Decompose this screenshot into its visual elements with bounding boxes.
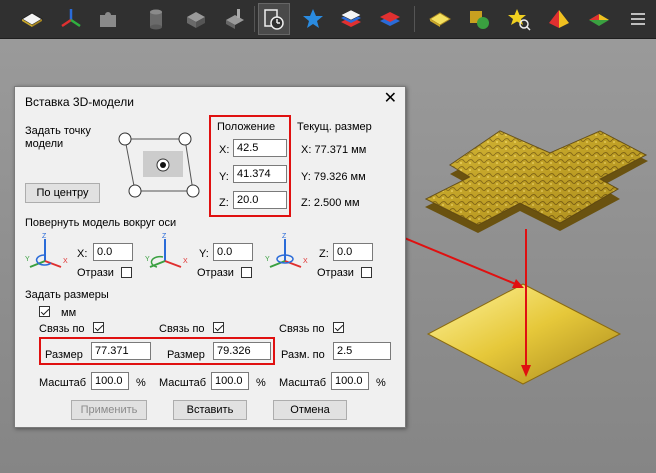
scale-x-label: Масштаб	[39, 377, 87, 389]
mirror-z-checkbox[interactable]	[361, 267, 372, 278]
mm-checkbox[interactable]	[39, 306, 50, 317]
size-z-input[interactable]: 2.5	[333, 342, 391, 360]
link-z-label: Связь по	[279, 323, 325, 335]
pos-y-label: Y:	[219, 171, 229, 183]
star-search-icon[interactable]	[503, 3, 535, 35]
scale-x-unit: %	[136, 377, 146, 389]
mirror-y-label: Отрази	[197, 267, 234, 279]
current-size-x: X: 77.371 мм	[301, 144, 367, 156]
link-x-checkbox[interactable]	[93, 322, 104, 333]
rotate-x-input[interactable]: 0.0	[93, 243, 133, 261]
link-z-checkbox[interactable]	[333, 322, 344, 333]
close-icon[interactable]: ✕	[384, 91, 397, 107]
star-icon[interactable]	[297, 3, 329, 35]
layers-red-icon[interactable]	[374, 3, 406, 35]
svg-text:Z: Z	[162, 233, 167, 240]
relief-model	[424, 130, 648, 233]
svg-text:X: X	[183, 258, 188, 265]
scale-z-label: Масштаб	[279, 377, 327, 389]
color-plane-icon[interactable]	[583, 3, 615, 35]
rotate-z-label: Z:	[319, 248, 329, 260]
pos-x-label: X:	[219, 144, 230, 156]
mirror-x-checkbox[interactable]	[121, 267, 132, 278]
layers-icon[interactable]	[335, 3, 367, 35]
apply-button[interactable]: Применить	[71, 400, 147, 420]
link-y-label: Связь по	[159, 323, 205, 335]
pos-z-label: Z:	[219, 197, 229, 209]
size-y-label: Размер	[167, 349, 205, 361]
dialog-title: Вставка 3D-модели	[25, 95, 134, 109]
anchor-point-selector[interactable]	[115, 127, 205, 207]
main-toolbar	[0, 0, 656, 39]
flat-plane-icon[interactable]	[16, 3, 48, 35]
mm-label: мм	[61, 307, 77, 319]
list-icon[interactable]	[622, 3, 654, 35]
svg-text:Y: Y	[145, 256, 150, 263]
scale-z-unit: %	[376, 377, 386, 389]
clock-icon[interactable]	[258, 3, 290, 35]
svg-text:Y: Y	[265, 256, 270, 263]
set-point-label: Задать точку модели	[25, 125, 91, 150]
mirror-y-checkbox[interactable]	[241, 267, 252, 278]
link-x-label: Связь по	[39, 323, 85, 335]
puzzle-icon[interactable]	[92, 3, 124, 35]
rotate-x-label: X:	[77, 248, 88, 260]
pos-x-input[interactable]: 42.5	[233, 139, 287, 157]
box-icon[interactable]	[180, 3, 212, 35]
axes-icon[interactable]	[55, 3, 87, 35]
size-z-label: Разм. по	[281, 349, 325, 361]
gold-plane-icon[interactable]	[424, 3, 456, 35]
rotate-y-input[interactable]: 0.0	[213, 243, 253, 261]
link-y-checkbox[interactable]	[213, 322, 224, 333]
cylinder-icon[interactable]	[140, 3, 172, 35]
rotate-x-axis-icon: Z Y X	[25, 233, 68, 268]
rotate-z-input[interactable]: 0.0	[333, 243, 373, 261]
pyramid-icon[interactable]	[543, 3, 575, 35]
current-size-z: Z: 2.500 мм	[301, 197, 360, 209]
svg-text:X: X	[303, 258, 308, 265]
scale-y-label: Масштаб	[159, 377, 207, 389]
size-y-input[interactable]: 79.326	[213, 342, 271, 360]
sizes-label: Задать размеры	[25, 289, 109, 301]
pos-y-input[interactable]: 41.374	[233, 165, 287, 183]
svg-text:X: X	[63, 258, 68, 265]
svg-text:Z: Z	[282, 233, 287, 240]
size-x-input[interactable]: 77.371	[91, 342, 151, 360]
center-button[interactable]: По центру	[25, 183, 100, 203]
shapes-icon[interactable]	[463, 3, 495, 35]
position-header: Положение	[217, 121, 276, 133]
rotate-y-label: Y:	[199, 248, 209, 260]
rotate-y-axis-icon: Z Y X	[145, 233, 188, 268]
scale-y-unit: %	[256, 377, 266, 389]
insert-3d-model-dialog: Вставка 3D-модели ✕ Задать точку модели …	[14, 86, 406, 428]
mirror-z-label: Отрази	[317, 267, 354, 279]
scale-x-input[interactable]: 100.0	[91, 372, 129, 390]
current-size-y: Y: 79.326 мм	[301, 171, 366, 183]
current-size-header: Текущ. размер	[297, 121, 372, 133]
box-edit-icon[interactable]	[219, 3, 251, 35]
scale-y-input[interactable]: 100.0	[211, 372, 249, 390]
svg-text:Z: Z	[42, 233, 47, 240]
mirror-x-label: Отрази	[77, 267, 114, 279]
scale-z-input[interactable]: 100.0	[331, 372, 369, 390]
svg-text:Y: Y	[25, 256, 30, 263]
cancel-button[interactable]: Отмена	[273, 400, 347, 420]
pos-z-input[interactable]: 20.0	[233, 191, 287, 209]
rotate-z-axis-icon: Z Y X	[265, 233, 308, 268]
insert-button[interactable]: Вставить	[173, 400, 247, 420]
size-x-label: Размер	[45, 349, 83, 361]
rotate-label: Повернуть модель вокруг оси	[25, 217, 177, 229]
